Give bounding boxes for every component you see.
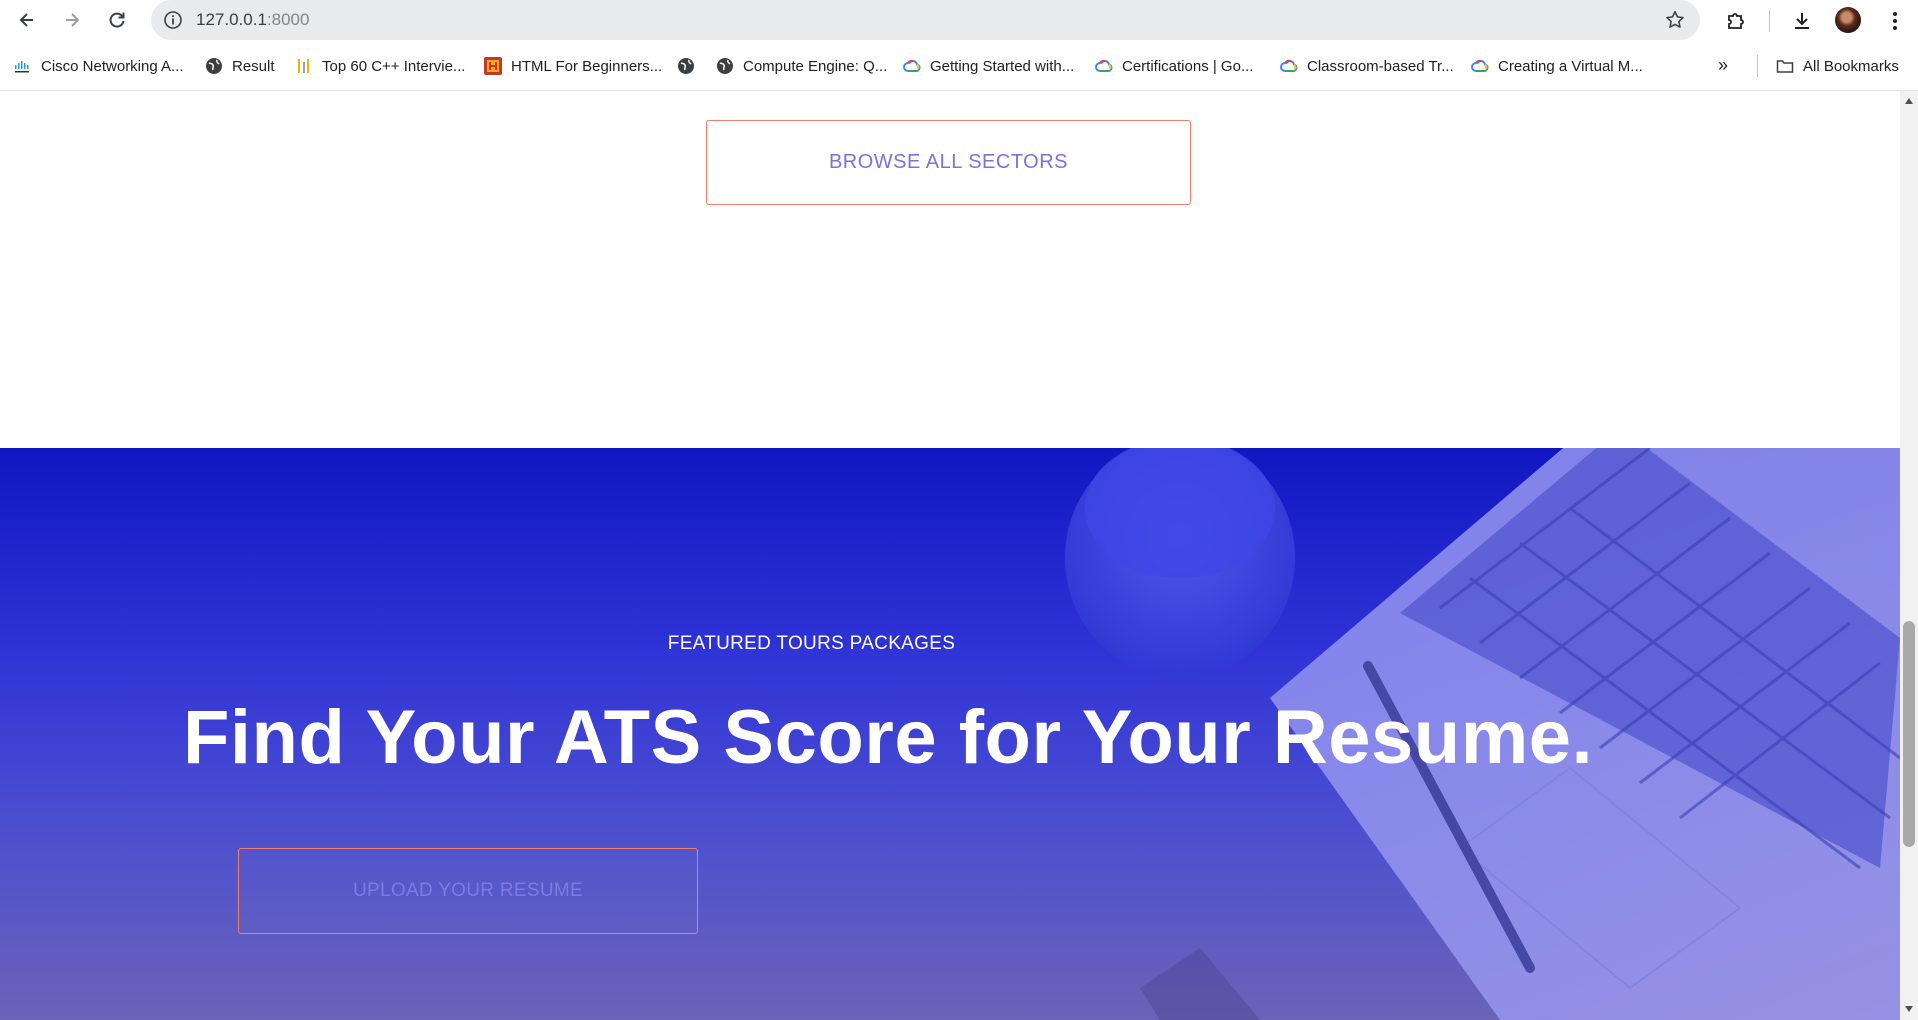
kebab-menu-icon[interactable] [1883,9,1907,33]
bookmark-item[interactable]: Compute Engine: Q... [716,55,887,77]
url-port: :8000 [266,10,310,29]
google-cloud-icon [1471,59,1489,72]
google-cloud-icon [1095,59,1113,72]
bookmarks-bar: Cisco Networking A... Result Top 60 C++ … [0,41,1918,91]
bookmark-item[interactable]: Creating a Virtual M... [1471,55,1643,77]
forward-button[interactable] [58,6,86,34]
bookmark-label: Creating a Virtual M... [1498,57,1643,75]
bookmark-item[interactable]: Top 60 C++ Intervie... [295,55,465,77]
bookmark-item[interactable] [677,55,704,77]
profile-avatar[interactable] [1835,7,1861,33]
browser-toolbar: 127.0.0.1:8000 [0,0,1918,41]
bookmark-label: Compute Engine: Q... [743,57,888,75]
bookmark-label: Top 60 C++ Intervie... [322,57,466,75]
page-content: BROWSE ALL SECTORS FEATURED TOURS PACKAG… [0,91,1900,1020]
scroll-up-arrow-icon[interactable] [1904,97,1914,105]
bookmark-label: Cisco Networking A... [41,57,184,75]
globe-icon [678,58,694,74]
extensions-icon[interactable] [1724,9,1748,33]
h-logo-icon [484,57,502,75]
globe-icon [206,58,222,74]
all-bookmarks-button[interactable]: All Bookmarks [1776,55,1899,77]
all-bookmarks-label: All Bookmarks [1803,57,1899,75]
back-button[interactable] [13,6,41,34]
bars-icon [298,59,309,73]
info-icon[interactable] [163,10,183,30]
url-host: 127.0.0.1 [196,10,267,29]
hero-section: FEATURED TOURS PACKAGES Find Your ATS Sc… [0,448,1900,1020]
address-bar[interactable]: 127.0.0.1:8000 [151,0,1700,40]
bookmark-item[interactable]: Classroom-based Tr... [1280,55,1454,77]
page-scrollbar[interactable] [1900,91,1918,1020]
google-cloud-icon [903,59,921,72]
bookmark-item[interactable]: Cisco Networking A... [14,55,184,77]
google-cloud-icon [1280,59,1298,72]
toolbar-separator [1769,10,1770,32]
bookmark-label: Certifications | Go... [1122,57,1254,75]
bookmark-star-icon[interactable] [1664,9,1686,31]
bookmark-label: Classroom-based Tr... [1307,57,1454,75]
arrow-right-icon [66,13,80,27]
browse-all-sectors-button[interactable]: BROWSE ALL SECTORS [706,120,1191,205]
download-icon[interactable] [1790,9,1814,33]
upload-resume-button[interactable]: UPLOAD YOUR RESUME [238,848,698,934]
cisco-icon [15,61,29,73]
bookmarks-separator [1757,55,1758,77]
arrow-left-icon [19,13,33,27]
bookmark-label: Result [232,57,275,75]
bookmark-label: HTML For Beginners... [511,57,663,75]
reload-button[interactable] [103,6,131,34]
bookmark-item[interactable]: Certifications | Go... [1095,55,1253,77]
scrollbar-thumb[interactable] [1903,621,1915,847]
scroll-down-arrow-icon[interactable] [1904,1005,1914,1013]
hero-title: Find Your ATS Score for Your Resume. [183,695,1594,780]
folder-icon [1776,60,1794,73]
hero-eyebrow: FEATURED TOURS PACKAGES [667,633,956,654]
bookmark-item[interactable]: Getting Started with... [903,55,1074,77]
bookmark-label: Getting Started with... [930,57,1075,75]
bookmark-item[interactable]: Result [205,55,275,77]
globe-icon [717,58,733,74]
reload-icon [109,12,125,28]
bookmark-item[interactable]: HTML For Beginners... [484,55,662,77]
more-bookmarks-button[interactable]: » [1718,55,1728,76]
url-text[interactable]: 127.0.0.1:8000 [196,10,309,30]
